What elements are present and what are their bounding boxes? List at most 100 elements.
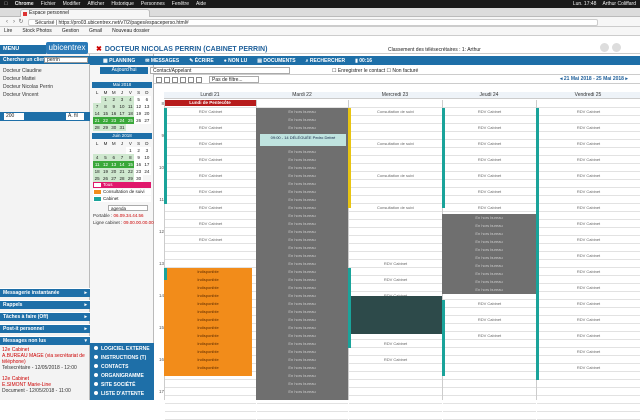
calendar-day[interactable]: 14 xyxy=(93,110,102,117)
ecrire-button[interactable]: ✎ ÉCRIRE xyxy=(184,58,219,64)
time-slot[interactable] xyxy=(349,124,442,132)
time-slot[interactable]: RDV Cabinet xyxy=(537,140,640,148)
documents-button[interactable]: ▤ DOCUMENTS xyxy=(252,58,300,64)
calendar-day[interactable]: 16 xyxy=(134,161,143,168)
time-slot[interactable] xyxy=(537,372,640,380)
time-slot[interactable] xyxy=(165,244,256,252)
time-slot[interactable] xyxy=(349,284,442,292)
time-slot[interactable]: RDV Cabinet xyxy=(443,300,536,308)
menu-fichier[interactable]: Fichier xyxy=(41,1,56,7)
time-slot[interactable]: RDV Cabinet xyxy=(537,316,640,324)
indisponible-block[interactable]: Indisponible Indisponible Indisponible Indi… xyxy=(164,268,252,376)
time-slot[interactable]: RDV Cabinet xyxy=(443,188,536,196)
calendar-day[interactable]: 7 xyxy=(117,154,127,161)
time-slot[interactable] xyxy=(443,164,536,172)
time-slot[interactable] xyxy=(349,244,442,252)
planning-button[interactable]: ▦ PLANNING xyxy=(98,58,140,64)
time-slot[interactable]: RDV Cabinet xyxy=(443,172,536,180)
time-slot[interactable] xyxy=(165,412,256,420)
time-slot[interactable] xyxy=(537,260,640,268)
calendar-day[interactable]: 8 xyxy=(126,154,135,161)
time-slot[interactable] xyxy=(165,212,256,220)
time-slot[interactable] xyxy=(349,396,442,404)
time-slot[interactable] xyxy=(537,100,640,108)
forward-icon[interactable]: › xyxy=(11,19,17,25)
menu-general-button[interactable]: MENU GÉNÉRAL xyxy=(0,45,46,61)
time-slot[interactable] xyxy=(165,196,256,204)
calendar-day[interactable]: 27 xyxy=(109,175,118,182)
time-slot[interactable] xyxy=(165,164,256,172)
section-taches[interactable]: Tâches à faire (Off) ▸ xyxy=(0,312,90,321)
calendar-day[interactable]: 23 xyxy=(109,117,118,124)
calendar-day[interactable]: 17 xyxy=(142,161,152,168)
time-slot[interactable] xyxy=(349,404,442,412)
time-slot[interactable]: RDV Cabinet xyxy=(165,172,256,180)
time-slot[interactable]: RDV Cabinet xyxy=(537,188,640,196)
calendar-day[interactable]: 18 xyxy=(93,168,102,175)
time-slot[interactable] xyxy=(349,164,442,172)
calendar-day[interactable]: 12 xyxy=(134,103,143,110)
day-column[interactable]: RDV Cabinet RDV Cabinet RDV Cabinet RDV Cab… xyxy=(536,100,640,420)
agenda-select[interactable]: agenda xyxy=(108,205,148,211)
menu-personnes[interactable]: Personnes xyxy=(141,1,165,7)
time-slot[interactable] xyxy=(349,252,442,260)
calendar-day[interactable]: 5 xyxy=(134,96,143,103)
time-slot[interactable]: RDV Cabinet xyxy=(537,300,640,308)
time-slot[interactable]: Consultation de suivi xyxy=(349,204,442,212)
time-slot[interactable] xyxy=(349,212,442,220)
calendar-day[interactable]: 29 xyxy=(101,124,110,131)
horsbureau-block[interactable]: En hors bureau En hors bureau En hors bure… xyxy=(256,108,348,400)
view-day-icon[interactable] xyxy=(156,77,162,83)
today-button[interactable]: Aujourd'hui xyxy=(100,67,148,74)
menu-chrome[interactable]: Chrome xyxy=(15,1,34,7)
time-slot[interactable] xyxy=(165,388,256,396)
calendar-day[interactable]: 6 xyxy=(109,154,118,161)
contact-input[interactable]: Contact/Appelant xyxy=(150,67,290,74)
time-slot[interactable] xyxy=(443,100,536,108)
time-slot[interactable] xyxy=(537,356,640,364)
menu-historique[interactable]: Historique xyxy=(111,1,134,7)
filter-select[interactable]: Pas de filtre... xyxy=(209,76,259,83)
calendar-day[interactable]: 30 xyxy=(134,175,143,182)
enregistrer-checkbox[interactable]: ☐ Enregistrer le contact ☐ Non facturé xyxy=(332,68,418,74)
time-slot[interactable] xyxy=(349,100,442,108)
time-slot[interactable]: RDV Cabinet xyxy=(537,220,640,228)
view-week-icon[interactable] xyxy=(164,77,170,83)
time-slot[interactable] xyxy=(349,380,442,388)
apple-icon[interactable]:  xyxy=(4,1,8,7)
time-slot[interactable] xyxy=(165,148,256,156)
time-slot[interactable]: RDV Cabinet xyxy=(165,204,256,212)
menu-fenetre[interactable]: Fenêtre xyxy=(172,1,189,7)
calendar-day[interactable]: 25 xyxy=(93,175,102,182)
time-slot[interactable] xyxy=(349,268,442,276)
calendar-day[interactable]: 15 xyxy=(126,161,135,168)
menu-aide[interactable]: Aide xyxy=(196,1,206,7)
settings-icon[interactable] xyxy=(600,43,609,52)
time-slot[interactable] xyxy=(443,308,536,316)
calendar-day[interactable]: 10 xyxy=(117,103,127,110)
nav-instructions[interactable]: INSTRUCTIONS (T) xyxy=(94,355,146,361)
message-item[interactable]: 12e Cabinet A.BUREAU MAGE (via secrétari… xyxy=(2,347,88,371)
time-slot[interactable] xyxy=(349,156,442,164)
time-slot[interactable] xyxy=(537,116,640,124)
refresh-icon[interactable] xyxy=(188,77,194,83)
time-slot[interactable]: RDV Cabinet xyxy=(537,268,640,276)
calendar-day[interactable]: 26 xyxy=(134,117,143,124)
patient-item[interactable]: Docteur Claudine xyxy=(3,68,42,74)
time-slot[interactable] xyxy=(537,380,640,388)
calendar-day[interactable]: 28 xyxy=(93,124,102,131)
time-slot[interactable] xyxy=(349,388,442,396)
calendar-day[interactable]: 19 xyxy=(101,168,110,175)
nav-attente[interactable]: LISTE D'ATTENTE xyxy=(94,391,144,397)
time-slot[interactable]: RDV Cabinet xyxy=(349,340,442,348)
time-slot[interactable] xyxy=(537,340,640,348)
time-slot[interactable] xyxy=(537,412,640,420)
logout-icon[interactable] xyxy=(612,43,621,52)
add-icon[interactable] xyxy=(196,77,202,83)
section-messages-non-lus[interactable]: Messages non lus ▾ xyxy=(0,336,90,345)
nav-site[interactable]: SITE SOCIÉTÉ xyxy=(94,382,135,388)
time-slot[interactable]: RDV Cabinet xyxy=(165,188,256,196)
time-slot[interactable] xyxy=(443,324,536,332)
time-slot[interactable] xyxy=(349,116,442,124)
calendar-day[interactable]: 12 xyxy=(101,161,110,168)
